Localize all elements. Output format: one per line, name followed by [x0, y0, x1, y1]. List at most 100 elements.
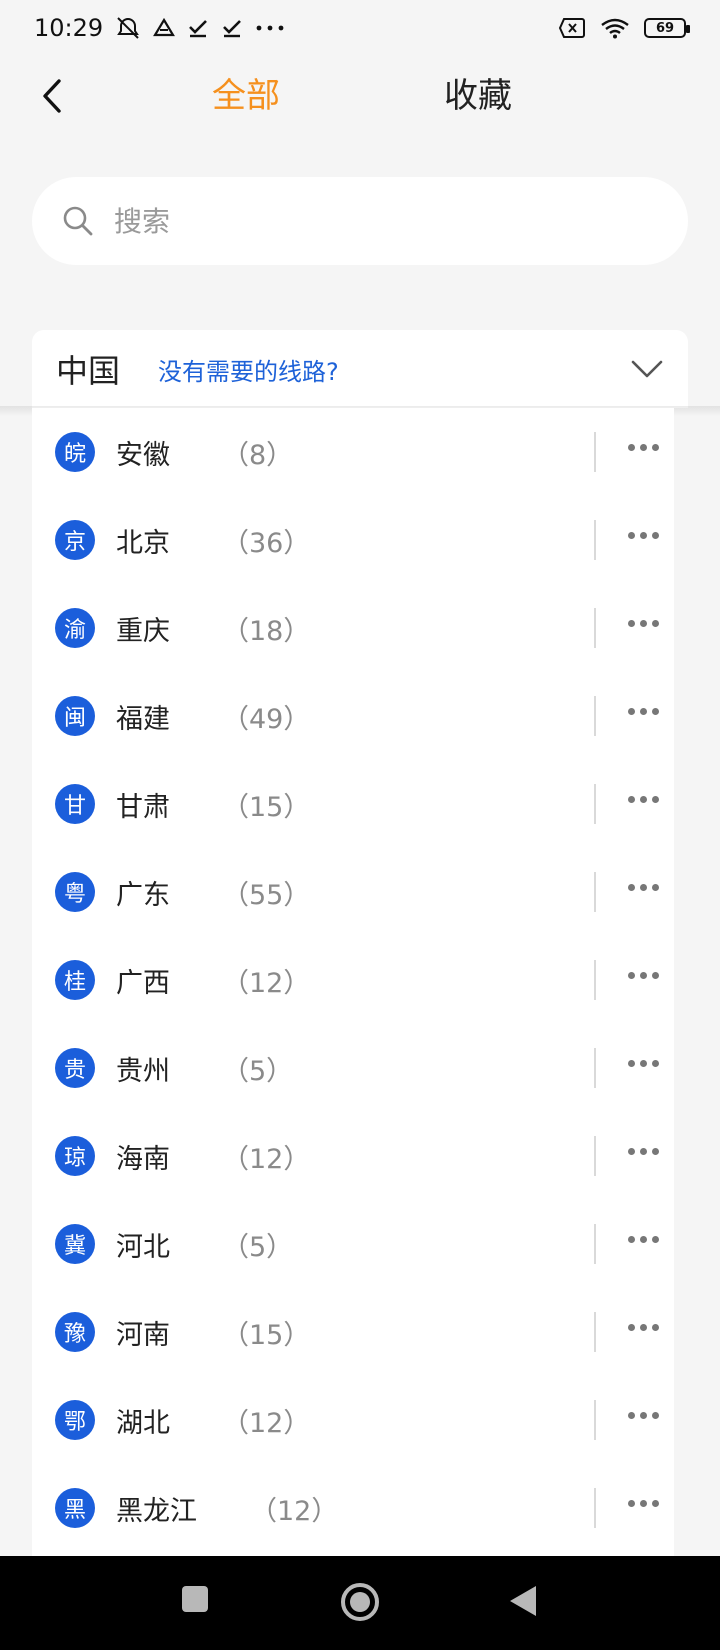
province-name: 安徽 [116, 439, 170, 471]
row-divider [594, 960, 596, 1000]
route-count: （12） [222, 1143, 311, 1175]
province-badge: 粤 [55, 872, 95, 912]
row-divider [594, 1224, 596, 1264]
province-badge: 琼 [55, 1136, 95, 1176]
more-options-icon[interactable] [628, 1148, 659, 1155]
province-badge: 冀 [55, 1224, 95, 1264]
province-name: 河南 [116, 1319, 170, 1351]
route-count: （12） [222, 1407, 311, 1439]
province-name: 湖北 [116, 1407, 170, 1439]
list-item[interactable]: 黑 黑龙江 （12） [32, 1464, 674, 1552]
check-icon [221, 17, 243, 39]
route-count: （12） [222, 967, 311, 999]
missing-route-link[interactable]: 没有需要的线路? [158, 352, 339, 387]
list-item[interactable]: 粤 广东 （55） [32, 848, 674, 936]
list-item[interactable]: 甘 甘肃 （15） [32, 760, 674, 848]
province-name: 福建 [116, 703, 170, 735]
list-item[interactable]: 桂 广西 （12） [32, 936, 674, 1024]
route-count: （12） [250, 1495, 339, 1527]
more-options-icon[interactable] [628, 444, 659, 451]
status-bar: 10:29 69 [0, 0, 720, 56]
more-options-icon[interactable] [628, 532, 659, 539]
row-divider [594, 520, 596, 560]
row-divider [594, 608, 596, 648]
status-left: 10:29 [34, 14, 285, 42]
more-options-icon[interactable] [628, 796, 659, 803]
recent-apps-icon[interactable] [180, 1584, 210, 1614]
region-name: 中国 [56, 352, 121, 390]
route-count: （15） [222, 791, 311, 823]
chevron-down-icon[interactable] [630, 352, 664, 386]
province-name: 贵州 [116, 1055, 170, 1087]
tab-all[interactable]: 全部 [212, 74, 280, 118]
list-item[interactable]: 豫 河南 （15） [32, 1288, 674, 1376]
province-name: 海南 [116, 1143, 170, 1175]
province-badge: 黑 [55, 1488, 95, 1528]
route-count: （55） [222, 879, 311, 911]
more-options-icon[interactable] [628, 1060, 659, 1067]
system-nav-bar [0, 1556, 720, 1650]
province-name: 河北 [116, 1231, 170, 1263]
back-button[interactable] [30, 74, 74, 118]
back-triangle-icon[interactable] [508, 1584, 538, 1618]
sim-x-icon [558, 17, 586, 39]
list-item[interactable]: 冀 河北 （5） [32, 1200, 674, 1288]
route-count: （36） [222, 527, 311, 559]
province-badge: 皖 [55, 432, 95, 472]
tab-favorites[interactable]: 收藏 [444, 74, 512, 118]
app-screen: 10:29 69 全部 收藏 搜索 中国 没有需要的线路? 皖 安徽 （8） 京… [0, 0, 720, 1650]
more-options-icon[interactable] [628, 972, 659, 979]
back-arrow-icon [43, 79, 61, 113]
row-divider [594, 1048, 596, 1088]
more-options-icon[interactable] [628, 1324, 659, 1331]
route-count: （5） [222, 1231, 294, 1263]
province-name: 甘肃 [116, 791, 170, 823]
province-badge: 甘 [55, 784, 95, 824]
province-name: 北京 [116, 527, 170, 559]
wifi-icon [600, 17, 630, 39]
province-name: 黑龙江 [116, 1495, 197, 1527]
battery-level: 69 [655, 20, 675, 36]
more-options-icon[interactable] [628, 1412, 659, 1419]
row-divider [594, 1312, 596, 1352]
province-name: 广东 [116, 879, 170, 911]
status-time: 10:29 [34, 14, 104, 42]
drive-icon [153, 17, 176, 39]
row-divider [594, 432, 596, 472]
row-divider [594, 696, 596, 736]
list-item[interactable]: 京 北京 （36） [32, 496, 674, 584]
more-options-icon[interactable] [628, 1500, 659, 1507]
list-item[interactable]: 贵 贵州 （5） [32, 1024, 674, 1112]
route-count: （15） [222, 1319, 311, 1351]
province-badge: 京 [55, 520, 95, 560]
list-item[interactable]: 渝 重庆 （18） [32, 584, 674, 672]
battery-icon: 69 [644, 18, 690, 38]
row-divider [594, 1400, 596, 1440]
province-badge: 渝 [55, 608, 95, 648]
home-circle-icon[interactable] [340, 1582, 380, 1622]
status-right: 69 [558, 17, 690, 39]
more-options-icon[interactable] [628, 708, 659, 715]
province-badge: 贵 [55, 1048, 95, 1088]
more-options-icon[interactable] [628, 620, 659, 627]
check-icon [187, 17, 209, 39]
row-divider [594, 872, 596, 912]
list-item[interactable]: 琼 海南 （12） [32, 1112, 674, 1200]
province-badge: 鄂 [55, 1400, 95, 1440]
province-badge: 闽 [55, 696, 95, 736]
list-item[interactable]: 闽 福建 （49） [32, 672, 674, 760]
row-divider [594, 784, 596, 824]
list-item[interactable]: 鄂 湖北 （12） [32, 1376, 674, 1464]
route-count: （5） [222, 1055, 294, 1087]
search-bar[interactable] [32, 177, 688, 265]
search-input[interactable] [112, 203, 616, 239]
province-list: 皖 安徽 （8） 京 北京 （36） 渝 重庆 （18） 闽 福建 （49） 甘… [32, 408, 674, 1556]
region-header[interactable]: 中国 没有需要的线路? [32, 330, 688, 408]
alarm-off-icon [115, 15, 141, 41]
search-icon [63, 206, 93, 236]
more-dots-icon [255, 23, 285, 33]
more-options-icon[interactable] [628, 884, 659, 891]
more-options-icon[interactable] [628, 1236, 659, 1243]
route-count: （8） [222, 439, 294, 471]
list-item[interactable]: 皖 安徽 （8） [32, 408, 674, 496]
